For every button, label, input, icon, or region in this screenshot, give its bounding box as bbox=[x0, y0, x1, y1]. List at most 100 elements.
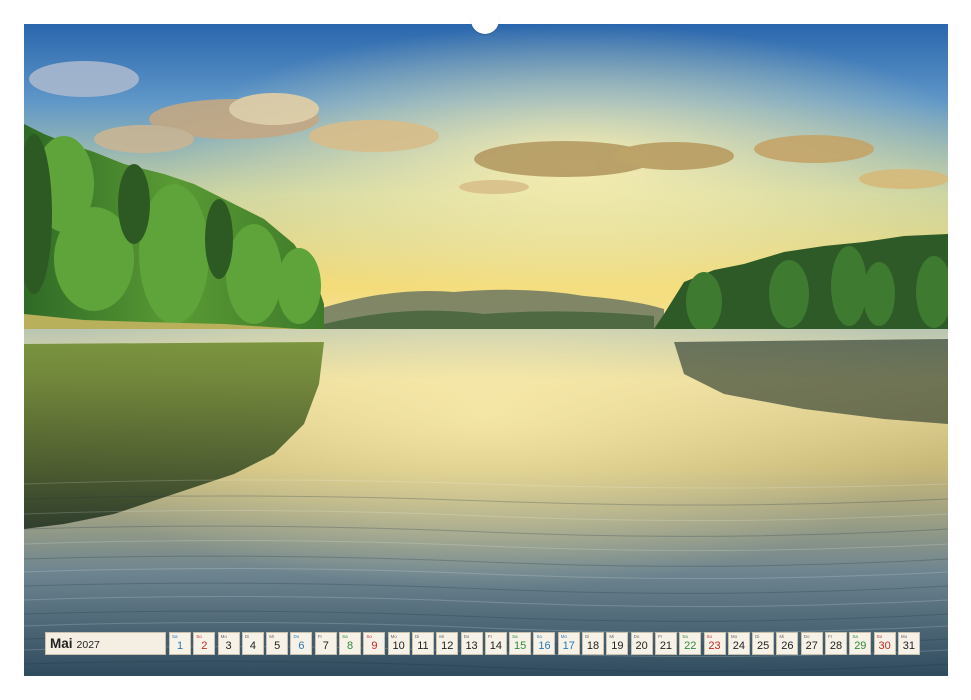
weekday-label: Mo bbox=[730, 634, 738, 639]
day-cell: Sa 8 bbox=[339, 632, 362, 655]
day-number: 19 bbox=[611, 640, 624, 652]
day-cell: Mi 5 bbox=[266, 632, 289, 655]
day-cell: So 23 bbox=[703, 632, 726, 655]
weekday-label: Do bbox=[633, 634, 640, 639]
day-cell: Fr 14 bbox=[484, 632, 507, 655]
weekday-label: Mi bbox=[779, 634, 785, 639]
weekday-label: Fr bbox=[828, 634, 833, 639]
day-cell: Fr 28 bbox=[825, 632, 848, 655]
day-cell: Mi 19 bbox=[606, 632, 629, 655]
weekday-label: Di bbox=[755, 634, 760, 639]
day-number: 2 bbox=[201, 640, 208, 652]
weekday-label: Do bbox=[803, 634, 810, 639]
day-cell: Fr 21 bbox=[654, 632, 677, 655]
weekday-label: So bbox=[196, 634, 202, 639]
day-cells: Sa 1 So 2 Mo 3 Di 4 Mi 5 Do 6 Fr 7 Sa 8 So 9 Mo 10 Di 11 Mi 12 D… bbox=[169, 632, 920, 655]
weekday-label: Fr bbox=[317, 634, 323, 639]
weekday-label: Do bbox=[293, 634, 300, 639]
day-cell: Mo 3 bbox=[217, 632, 240, 655]
day-cell: Mi 26 bbox=[776, 632, 799, 655]
day-number: 23 bbox=[708, 640, 721, 652]
weekday-label: Fr bbox=[657, 634, 663, 639]
day-cell: Mo 17 bbox=[557, 632, 580, 655]
day-number: 26 bbox=[781, 640, 794, 652]
weekday-label: Mi bbox=[439, 634, 445, 639]
weekday-label: Mo bbox=[560, 634, 568, 639]
day-number: 25 bbox=[757, 640, 770, 652]
weekday-label: Mi bbox=[609, 634, 615, 639]
weekday-label: Di bbox=[414, 634, 420, 639]
day-number: 7 bbox=[322, 640, 329, 652]
day-number: 16 bbox=[538, 640, 551, 652]
day-cell: Di 18 bbox=[582, 632, 605, 655]
weekday-label: Sa bbox=[172, 634, 178, 639]
day-cell: So 30 bbox=[873, 632, 896, 655]
year-label: 2027 bbox=[76, 638, 100, 651]
calendar-strip: Mai 2027 Sa 1 So 2 Mo 3 Di 4 Mi 5 Do 6 Fr 7 Sa 8 So 9 Mo 10… bbox=[45, 632, 927, 655]
day-number: 31 bbox=[902, 640, 916, 652]
day-number: 6 bbox=[298, 640, 305, 652]
day-number: 9 bbox=[371, 640, 378, 652]
day-cell: Sa 15 bbox=[509, 632, 532, 655]
day-number: 30 bbox=[878, 640, 891, 652]
month-name: Mai bbox=[50, 636, 73, 651]
day-number: 20 bbox=[635, 640, 648, 652]
day-number: 22 bbox=[684, 640, 697, 652]
weekday-label: So bbox=[876, 634, 883, 639]
day-cell: Di 4 bbox=[241, 632, 264, 655]
day-cell: Mo 10 bbox=[387, 632, 410, 655]
day-number: 12 bbox=[441, 640, 454, 652]
weekday-label: Mo bbox=[220, 634, 227, 639]
day-cell: Do 6 bbox=[290, 632, 313, 655]
day-cell: Mi 12 bbox=[436, 632, 459, 655]
day-cell: Do 27 bbox=[800, 632, 823, 655]
day-number: 27 bbox=[805, 640, 818, 652]
day-number: 5 bbox=[274, 640, 281, 652]
month-label-box: Mai 2027 bbox=[45, 632, 166, 655]
day-cell: So 16 bbox=[533, 632, 556, 655]
day-number: 21 bbox=[659, 640, 673, 652]
day-number: 18 bbox=[586, 640, 600, 652]
day-number: 29 bbox=[854, 640, 867, 652]
day-number: 15 bbox=[514, 640, 527, 652]
weekday-label: Sa bbox=[512, 634, 518, 639]
day-number: 28 bbox=[829, 640, 843, 652]
weekday-label: Sa bbox=[342, 634, 348, 639]
day-number: 24 bbox=[732, 640, 745, 652]
day-cell: Sa 29 bbox=[849, 632, 872, 655]
lake-sunset-photo bbox=[24, 24, 948, 676]
weekday-label: Di bbox=[585, 634, 590, 639]
day-number: 1 bbox=[176, 640, 184, 652]
weekday-label: So bbox=[536, 634, 542, 639]
day-cell: Do 13 bbox=[460, 632, 483, 655]
day-number: 4 bbox=[249, 640, 256, 652]
day-cell: Do 20 bbox=[630, 632, 653, 655]
day-number: 17 bbox=[562, 640, 575, 652]
day-number: 8 bbox=[347, 640, 354, 652]
day-cell: Mo 24 bbox=[727, 632, 750, 655]
weekday-label: So bbox=[706, 634, 713, 639]
day-cell: Sa 1 bbox=[169, 632, 191, 655]
weekday-label: So bbox=[366, 634, 372, 639]
weekday-label: Do bbox=[463, 634, 470, 639]
day-cell: So 9 bbox=[363, 632, 386, 655]
day-cell: So 2 bbox=[193, 632, 216, 655]
landscape-illustration bbox=[24, 24, 948, 676]
weekday-label: Di bbox=[244, 634, 250, 639]
day-cell: Mo 31 bbox=[897, 632, 920, 655]
weekday-label: Mo bbox=[900, 634, 908, 639]
weekday-label: Sa bbox=[852, 634, 858, 639]
day-number: 13 bbox=[465, 640, 478, 652]
day-number: 14 bbox=[489, 640, 502, 652]
day-cell: Sa 22 bbox=[679, 632, 702, 655]
weekday-label: Fr bbox=[487, 634, 493, 639]
day-cell: Di 11 bbox=[411, 632, 434, 655]
day-number: 10 bbox=[392, 640, 405, 652]
day-cell: Fr 7 bbox=[314, 632, 337, 655]
weekday-label: Mi bbox=[269, 634, 274, 639]
day-cell: Di 25 bbox=[752, 632, 775, 655]
weekday-label: Sa bbox=[682, 634, 688, 639]
day-number: 3 bbox=[225, 640, 232, 652]
day-number: 11 bbox=[417, 640, 429, 652]
weekday-label: Mo bbox=[390, 634, 397, 639]
